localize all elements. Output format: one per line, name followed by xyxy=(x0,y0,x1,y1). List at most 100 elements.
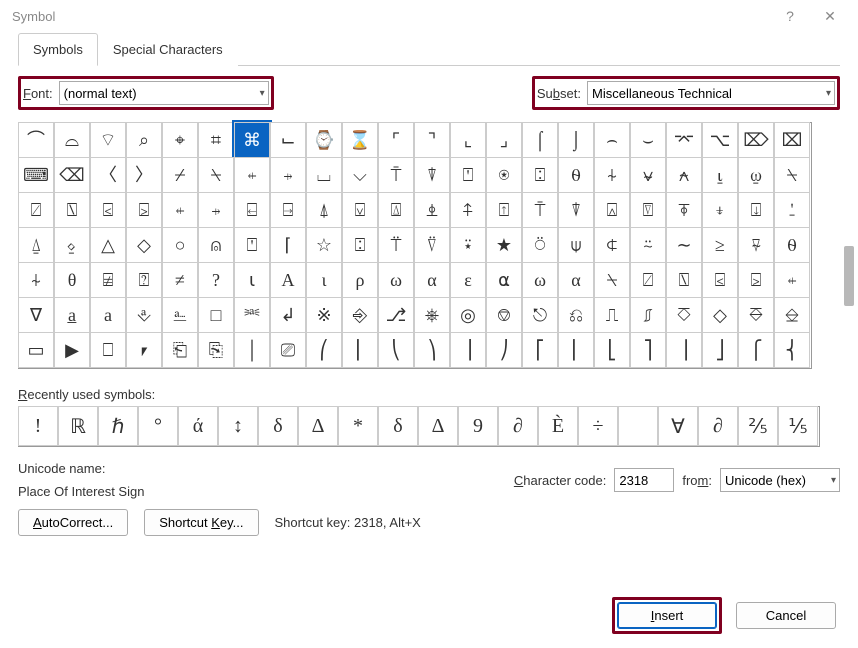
symbol-cell[interactable]: ⍐ xyxy=(486,192,522,228)
subset-combo[interactable]: ▾ xyxy=(587,81,835,105)
symbol-cell[interactable]: ⎕ xyxy=(90,332,126,368)
recent-cell[interactable]: ά xyxy=(178,406,218,446)
tab-special-characters[interactable]: Special Characters xyxy=(98,33,238,66)
symbol-cell[interactable]: ⍭ xyxy=(18,262,54,298)
recent-cell[interactable] xyxy=(618,406,658,446)
symbol-cell[interactable]: ⍱ xyxy=(630,157,666,193)
symbol-cell[interactable]: ω xyxy=(378,262,414,298)
symbol-cell[interactable]: ⎝ xyxy=(378,332,414,368)
symbol-cell[interactable]: ⍠ xyxy=(342,227,378,263)
symbol-cell[interactable]: ⎜ xyxy=(342,332,378,368)
symbol-cell[interactable]: ⍥ xyxy=(522,227,558,263)
symbol-cell[interactable]: ⍓ xyxy=(594,192,630,228)
symbol-cell[interactable]: ≠ xyxy=(162,262,198,298)
symbol-cell[interactable]: ⍭ xyxy=(594,157,630,193)
symbol-cell[interactable]: ▶ xyxy=(54,332,90,368)
symbol-cell[interactable]: ⍨ xyxy=(630,227,666,263)
symbol-cell[interactable]: ⌢ xyxy=(594,122,630,158)
symbol-cell[interactable]: ⍑ xyxy=(378,157,414,193)
symbol-cell[interactable]: ⌵ xyxy=(342,157,378,193)
symbol-cell[interactable]: ⎌ xyxy=(558,297,594,333)
symbol-cell[interactable]: ⍙ xyxy=(18,227,54,263)
symbol-cell[interactable]: ⌣ xyxy=(630,122,666,158)
symbol-cell[interactable]: ⌞ xyxy=(450,122,486,158)
symbol-cell[interactable]: ⍋ xyxy=(306,192,342,228)
symbol-cell[interactable]: ⌴ xyxy=(306,157,342,193)
recent-cell[interactable]: 9 xyxy=(458,406,498,446)
symbol-cell[interactable]: ⍘ xyxy=(774,192,810,228)
symbol-cell[interactable]: ⍚ xyxy=(54,227,90,263)
symbol-cell[interactable]: ⎨ xyxy=(774,332,810,368)
symbol-cell[interactable]: ⍖ xyxy=(702,192,738,228)
symbol-cell[interactable]: ≥ xyxy=(702,227,738,263)
symbol-cell[interactable]: a xyxy=(90,297,126,333)
recent-cell[interactable]: ∂ xyxy=(498,406,538,446)
symbol-cell[interactable]: ※ xyxy=(306,297,342,333)
symbol-cell[interactable]: ⎤ xyxy=(630,332,666,368)
symbol-cell[interactable]: ⎖ xyxy=(126,332,162,368)
font-input[interactable] xyxy=(59,81,269,105)
symbol-cell[interactable]: ⍁ xyxy=(630,262,666,298)
symbol-cell[interactable]: ⍀ xyxy=(198,157,234,193)
recent-grid[interactable]: !ℝℏ°ά↕δΔ*δΔ9∂È÷∀∂⅖⅕ xyxy=(18,406,820,447)
symbol-cell[interactable]: ⎘ xyxy=(198,332,234,368)
symbol-cell[interactable]: ◇ xyxy=(702,297,738,333)
symbol-cell[interactable]: ⍒ xyxy=(414,157,450,193)
char-code-input[interactable] xyxy=(614,468,674,492)
symbol-cell[interactable]: ι xyxy=(306,262,342,298)
recent-cell[interactable]: ∂ xyxy=(698,406,738,446)
symbol-cell[interactable]: ⌨ xyxy=(18,157,54,193)
symbol-cell[interactable]: ⍺ xyxy=(486,262,522,298)
symbol-cell[interactable]: ⍇ xyxy=(234,192,270,228)
autocorrect-button[interactable]: AutoCorrect... xyxy=(18,509,128,536)
symbol-cell[interactable]: ⎇ xyxy=(378,297,414,333)
symbol-cell[interactable]: ⌠ xyxy=(522,122,558,158)
symbol-cell[interactable]: ⌥ xyxy=(702,122,738,158)
recent-cell[interactable]: Δ xyxy=(418,406,458,446)
symbol-cell[interactable]: ⍬ xyxy=(774,227,810,263)
symbol-cell[interactable]: ⍄ xyxy=(738,262,774,298)
symbol-cell[interactable]: ☆ xyxy=(306,227,342,263)
symbol-cell[interactable]: 〉 xyxy=(126,157,162,193)
symbol-cell[interactable]: ⍎ xyxy=(414,192,450,228)
symbol-cell[interactable]: ⍣ xyxy=(450,227,486,263)
symbol-cell[interactable]: ⍀ xyxy=(594,262,630,298)
symbol-cell[interactable]: ⍕ xyxy=(666,192,702,228)
symbol-cell[interactable]: ⍔ xyxy=(630,192,666,228)
symbol-cell[interactable]: ⌜ xyxy=(378,122,414,158)
symbol-cell[interactable]: ? xyxy=(198,262,234,298)
recent-cell[interactable]: ∀ xyxy=(658,406,698,446)
symbol-cell[interactable]: ⌧ xyxy=(774,122,810,158)
recent-cell[interactable]: ⅕ xyxy=(778,406,818,446)
symbol-cell[interactable]: ⌖ xyxy=(162,122,198,158)
symbol-cell[interactable]: ⌙ xyxy=(270,122,306,158)
symbol-cell[interactable]: ⍆ xyxy=(198,192,234,228)
symbol-cell[interactable]: ⎍ xyxy=(594,297,630,333)
symbol-cell[interactable]: ⎟ xyxy=(450,332,486,368)
symbol-cell[interactable]: ⍁ xyxy=(18,192,54,228)
symbol-cell[interactable]: ⎢ xyxy=(558,332,594,368)
symbol-cell[interactable]: ⍂ xyxy=(54,192,90,228)
recent-cell[interactable]: ÷ xyxy=(578,406,618,446)
symbol-cell[interactable]: ⍌ xyxy=(342,192,378,228)
symbol-cell[interactable]: ⎗ xyxy=(162,332,198,368)
symbol-cell[interactable]: ⎋ xyxy=(522,297,558,333)
symbol-cell[interactable]: ⎃ xyxy=(234,297,270,333)
symbol-cell[interactable]: ⍅ xyxy=(234,157,270,193)
symbol-cell[interactable]: ⌈ xyxy=(270,227,306,263)
symbol-cell[interactable]: ⎛ xyxy=(306,332,342,368)
symbol-cell[interactable]: ⎀ xyxy=(126,297,162,333)
symbol-cell[interactable]: ▭ xyxy=(18,332,54,368)
cancel-button[interactable]: Cancel xyxy=(736,602,836,629)
symbol-cell[interactable]: ⎏ xyxy=(666,297,702,333)
tab-symbols[interactable]: Symbols xyxy=(18,33,98,66)
symbol-cell[interactable]: □ xyxy=(198,297,234,333)
symbol-cell[interactable]: ⎡ xyxy=(522,332,558,368)
symbol-cell[interactable]: ⌗ xyxy=(198,122,234,158)
symbol-cell[interactable]: ⎆ xyxy=(342,297,378,333)
symbol-cell[interactable]: ⌿ xyxy=(162,157,198,193)
symbol-cell[interactable]: ⌟ xyxy=(486,122,522,158)
symbol-cell[interactable]: ⎚ xyxy=(270,332,306,368)
symbol-cell[interactable]: ⍞ xyxy=(234,227,270,263)
symbol-cell[interactable]: ⍞ xyxy=(450,157,486,193)
